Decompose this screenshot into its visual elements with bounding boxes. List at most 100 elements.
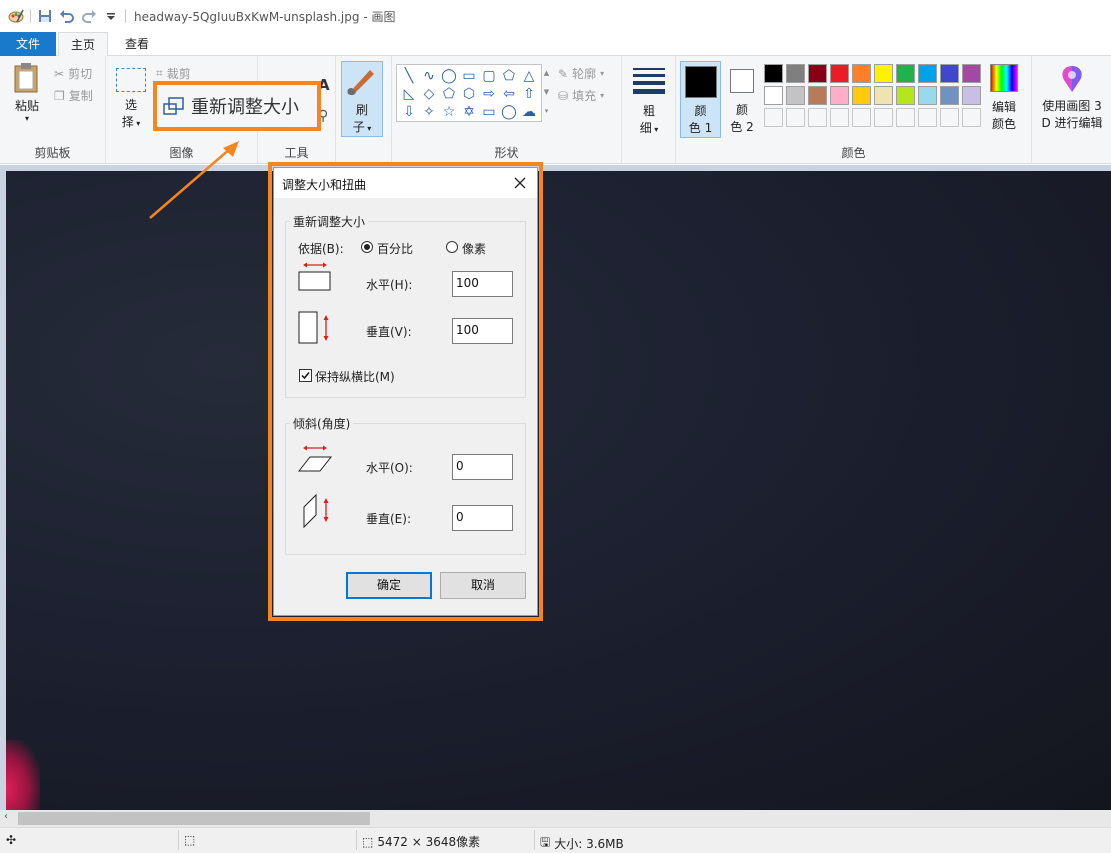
skew-vertical-input[interactable]: 0 <box>452 505 513 531</box>
pixels-radio[interactable] <box>446 241 458 253</box>
scrollbar-thumb[interactable] <box>18 812 370 825</box>
skew-horizontal-input[interactable]: 0 <box>452 454 513 480</box>
oval-shape-icon[interactable]: ◯ <box>439 67 459 85</box>
up-arrow-shape-icon[interactable]: ⇧ <box>519 85 539 103</box>
right-triangle-shape-icon[interactable]: ◺ <box>399 85 419 103</box>
palette-swatch[interactable] <box>852 64 871 83</box>
rectangle-shape-icon[interactable]: ▭ <box>459 67 479 85</box>
palette-swatch[interactable] <box>786 86 805 105</box>
keep-ratio-checkbox[interactable] <box>299 369 312 382</box>
cloud-callout-shape-icon[interactable]: ☁ <box>519 103 539 121</box>
left-arrow-shape-icon[interactable]: ⇦ <box>499 85 519 103</box>
disk-icon: 🖫 <box>540 835 551 849</box>
outline-button[interactable]: ✎ 轮廓 ▾ <box>558 65 604 82</box>
palette-swatch[interactable] <box>962 86 981 105</box>
colors-group-label: 颜色 <box>841 146 866 160</box>
color1-button[interactable]: 颜 色 1 <box>680 61 721 138</box>
palette-swatch[interactable] <box>940 64 959 83</box>
diamond-shape-icon[interactable]: ◇ <box>419 85 439 103</box>
pixels-label[interactable]: 像素 <box>462 240 486 257</box>
custom-color-slot[interactable] <box>830 108 849 127</box>
cancel-button[interactable]: 取消 <box>440 572 526 599</box>
scroll-left-icon[interactable]: ‹ <box>4 811 8 822</box>
polygon-shape-icon[interactable]: ⬠ <box>499 67 519 85</box>
palette-swatch[interactable] <box>918 64 937 83</box>
customize-toolbar-icon[interactable] <box>103 8 119 24</box>
brush-button[interactable]: 刷 子 ▾ <box>341 61 383 137</box>
tab-home[interactable]: 主页 <box>58 32 108 57</box>
horizontal-resize-icon <box>298 262 331 291</box>
palette-swatch[interactable] <box>808 64 827 83</box>
oval-callout-shape-icon[interactable]: ◯ <box>499 103 519 121</box>
triangle-shape-icon[interactable]: △ <box>519 67 539 85</box>
palette-swatch[interactable] <box>896 86 915 105</box>
palette-swatch[interactable] <box>830 64 849 83</box>
palette-swatch[interactable] <box>918 86 937 105</box>
palette-swatch[interactable] <box>896 64 915 83</box>
callout-shape-icon[interactable]: ▭ <box>479 103 499 121</box>
four-point-star-shape-icon[interactable]: ✧ <box>419 103 439 121</box>
curve-shape-icon[interactable]: ∿ <box>419 67 439 85</box>
fill-button[interactable]: ⛁ 填充 ▾ <box>558 87 604 104</box>
copy-button[interactable]: ❐ 复制 <box>54 87 93 104</box>
custom-color-slot[interactable] <box>940 108 959 127</box>
edit-colors-button[interactable]: 编辑 颜色 <box>986 64 1022 132</box>
line-shape-icon[interactable]: ╲ <box>399 67 419 85</box>
ok-button[interactable]: 确定 <box>346 572 432 599</box>
palette-swatch[interactable] <box>808 86 827 105</box>
image-canvas[interactable] <box>6 171 1111 810</box>
color1-label-2: 色 1 <box>688 121 713 135</box>
cut-button[interactable]: ✂ 剪切 <box>54 65 92 82</box>
edit-with-paint3d-button[interactable]: 使用画图 3 D 进行编辑 <box>1036 64 1108 131</box>
palette-swatch[interactable] <box>764 64 783 83</box>
hexagon-shape-icon[interactable]: ⬡ <box>459 85 479 103</box>
custom-color-slot[interactable] <box>896 108 915 127</box>
brush-label-1: 刷 <box>355 103 368 117</box>
five-point-star-shape-icon[interactable]: ☆ <box>439 103 459 121</box>
palette-swatch[interactable] <box>786 64 805 83</box>
shape-gallery-scroll[interactable]: ▲ ▼ ▾ <box>542 64 551 122</box>
percent-label[interactable]: 百分比 <box>377 240 413 257</box>
keep-ratio-label[interactable]: 保持纵横比(M) <box>315 368 395 385</box>
palette-swatch[interactable] <box>874 64 893 83</box>
redo-icon[interactable] <box>81 8 97 24</box>
select-button[interactable]: 选 择 ▾ <box>114 68 148 130</box>
close-icon[interactable] <box>511 174 529 192</box>
palette-swatch[interactable] <box>874 86 893 105</box>
horizontal-scrollbar[interactable]: ‹ <box>0 810 1111 827</box>
custom-color-slot[interactable] <box>764 108 783 127</box>
paste-button[interactable]: 粘贴 ▾ <box>8 62 46 123</box>
rounded-rectangle-shape-icon[interactable]: ▢ <box>479 67 499 85</box>
palette-swatch[interactable] <box>940 86 959 105</box>
vertical-resize-icon <box>298 311 329 344</box>
crop-button[interactable]: ⌗ 裁剪 <box>156 65 191 82</box>
paint3d-label-1: 使用画图 3 <box>1042 99 1102 113</box>
custom-color-slot[interactable] <box>852 108 871 127</box>
pentagon-shape-icon[interactable]: ⬠ <box>439 85 459 103</box>
resize-button-callout[interactable]: 重新调整大小 <box>153 81 321 131</box>
paint-app-icon[interactable] <box>8 8 24 24</box>
six-point-star-shape-icon[interactable]: ✡ <box>459 103 479 121</box>
horizontal-percent-input[interactable]: 100 <box>452 271 513 297</box>
percent-radio[interactable] <box>361 241 373 253</box>
right-arrow-shape-icon[interactable]: ⇨ <box>479 85 499 103</box>
palette-swatch[interactable] <box>962 64 981 83</box>
undo-icon[interactable] <box>59 8 75 24</box>
shape-gallery[interactable]: ╲ ∿ ◯ ▭ ▢ ⬠ △ ◺ ◇ ⬠ ⬡ ⇨ ⇦ ⇧ ⇩ ✧ ☆ ✡ ▭ ◯ … <box>396 64 542 122</box>
custom-color-slot[interactable] <box>918 108 937 127</box>
save-icon[interactable] <box>37 8 53 24</box>
vertical-percent-input[interactable]: 100 <box>452 318 513 344</box>
palette-swatch[interactable] <box>830 86 849 105</box>
custom-color-slot[interactable] <box>808 108 827 127</box>
file-size: 🖫 大小: 3.6MB <box>540 833 624 853</box>
custom-color-slot[interactable] <box>786 108 805 127</box>
tab-view[interactable]: 查看 <box>112 32 162 56</box>
custom-color-slot[interactable] <box>962 108 981 127</box>
custom-color-slot[interactable] <box>874 108 893 127</box>
palette-swatch[interactable] <box>764 86 783 105</box>
palette-swatch[interactable] <box>852 86 871 105</box>
down-arrow-shape-icon[interactable]: ⇩ <box>399 103 419 121</box>
size-button[interactable]: 粗 细 ▾ <box>630 64 668 136</box>
tab-file[interactable]: 文件 <box>0 32 56 56</box>
color2-button[interactable]: 颜 色 2 <box>724 61 760 138</box>
